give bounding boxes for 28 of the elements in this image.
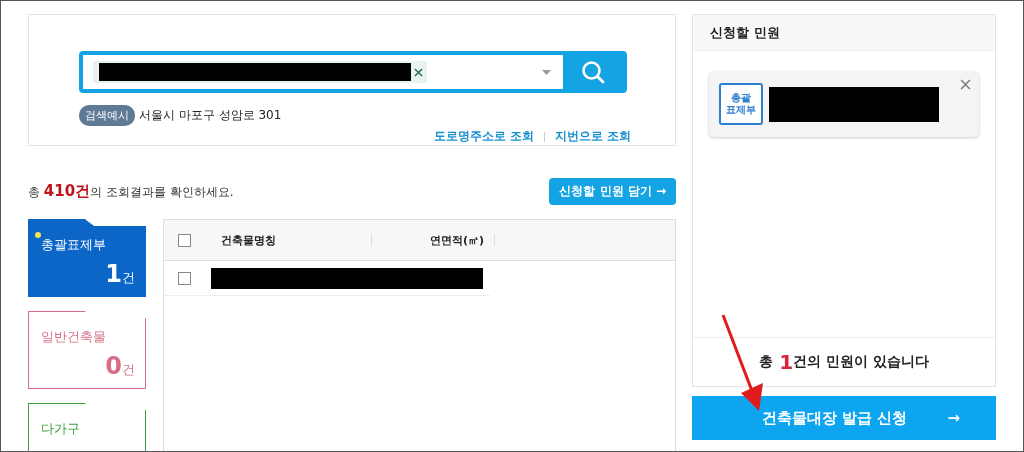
example-address: 서울시 마포구 성암로 301 [139, 107, 282, 124]
category-label: 총괄표제부 [41, 236, 107, 254]
dropdown-caret-icon[interactable] [542, 70, 551, 75]
category-label: 다가구 [41, 420, 81, 438]
checkbox[interactable] [178, 271, 191, 285]
search-field[interactable] [79, 51, 627, 93]
search-icon [581, 60, 605, 84]
document-badge: 총괄 표제부 [719, 83, 763, 125]
example-tag: 검색예시 [79, 105, 135, 126]
category-label: 일반건축물 [41, 328, 107, 346]
category-card[interactable]: 총괄표제부 1건 [28, 219, 146, 297]
close-button[interactable] [960, 79, 971, 90]
result-summary: 총 410건의 조회결과를 확인하세요. [28, 182, 234, 201]
category-count: 1건 [105, 260, 135, 288]
category-count: 0건 [105, 352, 135, 380]
column-header: 건축물명칭 [221, 232, 277, 248]
cart-title: 신청할 민원 [693, 15, 995, 51]
column-header: 연면적(㎡) [428, 232, 484, 248]
checkbox[interactable] [178, 233, 191, 247]
add-to-cart-button[interactable]: 신청할 민원 담기 → [549, 178, 676, 205]
close-icon [960, 79, 971, 90]
category-card[interactable]: 다가구 [28, 403, 146, 451]
submit-button[interactable]: 건축물대장 발급 신청 → [692, 396, 996, 440]
indicator-dot [35, 232, 41, 238]
category-card[interactable]: 일반건축물 0건 [28, 311, 146, 389]
search-mode-link[interactable]: 도로명주소로 조회 [433, 128, 534, 145]
search-mode-link[interactable]: 지번으로 조회 [554, 128, 631, 145]
remove-icon[interactable] [414, 67, 423, 77]
